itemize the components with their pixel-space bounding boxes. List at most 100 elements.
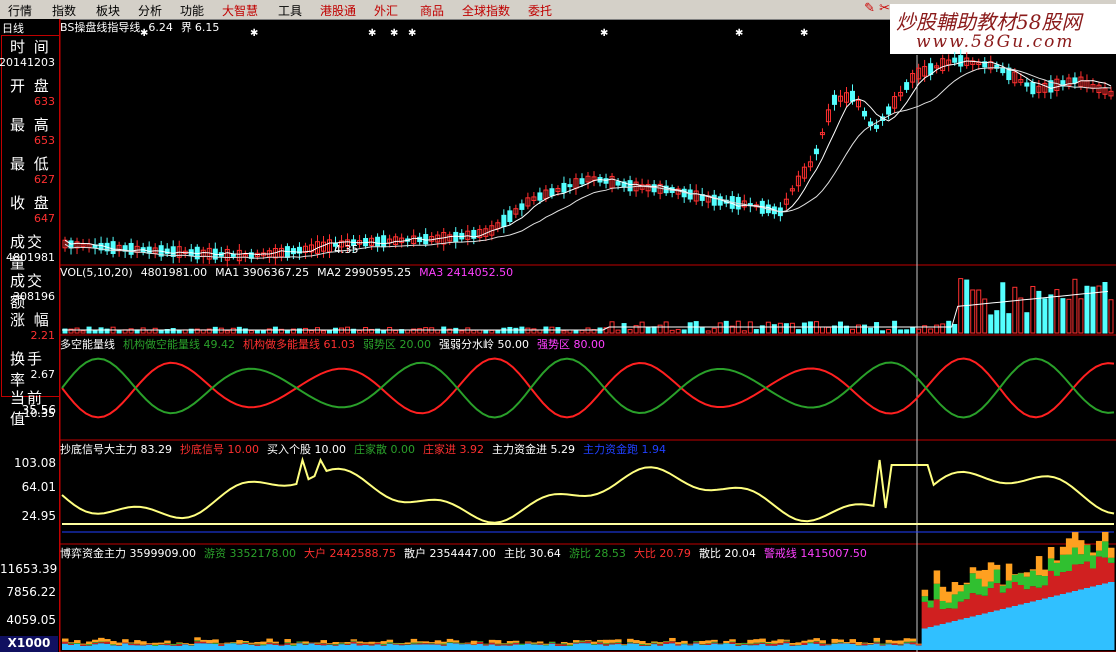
volume-bar: [80, 330, 86, 334]
candle-body: [507, 210, 513, 223]
fund-flow-bar: [230, 643, 237, 650]
fund-flow-bar: [603, 639, 610, 644]
fund-flow-bar: [999, 585, 1007, 593]
fund-flow-bar: [218, 644, 225, 646]
fund-flow-bar: [326, 643, 334, 644]
fund-flow-bar: [578, 640, 586, 642]
fund-flow-bar: [603, 645, 610, 650]
scale-badge[interactable]: X1000: [0, 636, 58, 652]
fund-flow-bar: [1005, 563, 1013, 581]
fund-flow-bar: [80, 645, 87, 650]
fund-flow-bar: [176, 645, 183, 650]
fund-flow-bar: [951, 582, 959, 595]
fund-flow-bar: [1041, 576, 1049, 586]
fund-flow-bar: [194, 641, 201, 644]
fund-flow-bar: [981, 569, 989, 587]
volume-bar: [1012, 286, 1018, 334]
fund-flow-bar: [1017, 604, 1025, 650]
fund-flow-bar: [591, 641, 598, 644]
fund-flow-bar: [494, 645, 502, 650]
fund-flow-bar: [807, 642, 814, 644]
fund-flow-bar: [350, 643, 358, 650]
fund-flow-bar: [200, 643, 207, 650]
fund-flow-bar: [536, 644, 544, 650]
candle-body: [561, 182, 567, 193]
fund-flow-bar: [951, 608, 959, 621]
fund-flow-bar: [1101, 583, 1109, 650]
fund-flow-bar: [314, 643, 321, 645]
fund-flow-bar: [957, 591, 965, 602]
fund-flow-bar: [837, 639, 844, 643]
fund-flow-bar: [92, 639, 99, 642]
volume-bar: [128, 328, 134, 334]
fund-flow-bar: [164, 640, 171, 644]
fund-flow-bar: [440, 641, 448, 644]
fund-flow-bar: [639, 644, 646, 645]
fund-flow-bar: [1029, 586, 1037, 602]
volume-bar: [1096, 285, 1102, 334]
volume-bar: [435, 329, 441, 334]
fund-flow-bar: [248, 644, 255, 650]
candle-body: [1000, 67, 1006, 74]
fund-flow-bar: [296, 641, 303, 643]
fund-flow-bar: [693, 641, 700, 643]
fund-flow-bar: [1047, 558, 1055, 571]
fund-flow-bar: [1071, 564, 1079, 591]
h-cd-item-6: 主力资金跑 1.94: [583, 443, 666, 456]
fund-flow-bar: [969, 593, 977, 617]
candle-body: [615, 181, 621, 186]
fund-flow-bar: [302, 644, 309, 650]
fund-flow-bar: [224, 642, 231, 644]
fund-flow-bar: [536, 643, 544, 645]
candle-body: [717, 196, 723, 206]
fund-flow-bar: [705, 640, 712, 644]
fund-flow-bar: [705, 644, 712, 650]
fund-flow-bar: [909, 638, 917, 642]
fund-flow-bar: [993, 564, 1001, 570]
fund-flow-bar: [663, 641, 670, 644]
candle-body: [423, 234, 429, 245]
fund-flow-bar: [939, 600, 947, 610]
fund-flow-bar: [915, 644, 923, 646]
fund-flow-bar: [915, 645, 923, 650]
fund-flow-bar: [188, 645, 195, 650]
fund-flow-bar: [278, 645, 285, 650]
fund-flow-bar: [1077, 554, 1085, 565]
fund-flow-bar: [1083, 588, 1091, 650]
h-vol-item-3: MA2 2990595.25: [317, 266, 412, 279]
volume-bar: [886, 329, 892, 334]
fund-flow-bar: [687, 644, 694, 646]
fund-flow-bar: [530, 642, 538, 644]
volume-bar: [1090, 286, 1096, 334]
fund-flow-bar: [332, 644, 340, 645]
fund-flow-bar: [927, 600, 935, 608]
fund-flow-bar: [134, 644, 141, 646]
volume-bar: [152, 327, 158, 334]
fund-flow-bar: [1053, 562, 1061, 576]
fund-flow-bar: [548, 643, 556, 650]
h-by-item-7: 散比 20.04: [698, 547, 756, 560]
fund-flow-bar: [146, 644, 153, 650]
h-vol-item-2: MA1 3906367.25: [215, 266, 310, 279]
fund-flow-bar: [591, 644, 598, 650]
fund-flow-bar: [506, 645, 514, 650]
h-by-item-4: 主比 30.64: [503, 547, 561, 560]
fund-flow-bar: [128, 642, 135, 643]
candle-body: [813, 148, 819, 155]
fund-flow-bar: [176, 644, 183, 646]
fund-flow-bar: [380, 644, 388, 646]
fund-flow-bar: [1059, 546, 1067, 555]
fund-flow-bar: [98, 643, 105, 650]
h-vol-item-4: MA3 2414052.50: [419, 266, 514, 279]
fund-flow-bar: [1005, 588, 1013, 608]
fund-flow-bar: [1107, 562, 1115, 582]
fund-flow-bar: [374, 641, 382, 643]
volume-bar: [615, 329, 621, 334]
fund-flow-bar: [615, 642, 622, 645]
fund-flow-bar: [873, 642, 881, 644]
fund-flow-bar: [386, 642, 394, 644]
fund-flow-bar: [669, 643, 676, 650]
fund-flow-bar: [254, 642, 261, 644]
fund-flow-bar: [1089, 555, 1097, 569]
volume-bar: [795, 329, 801, 334]
